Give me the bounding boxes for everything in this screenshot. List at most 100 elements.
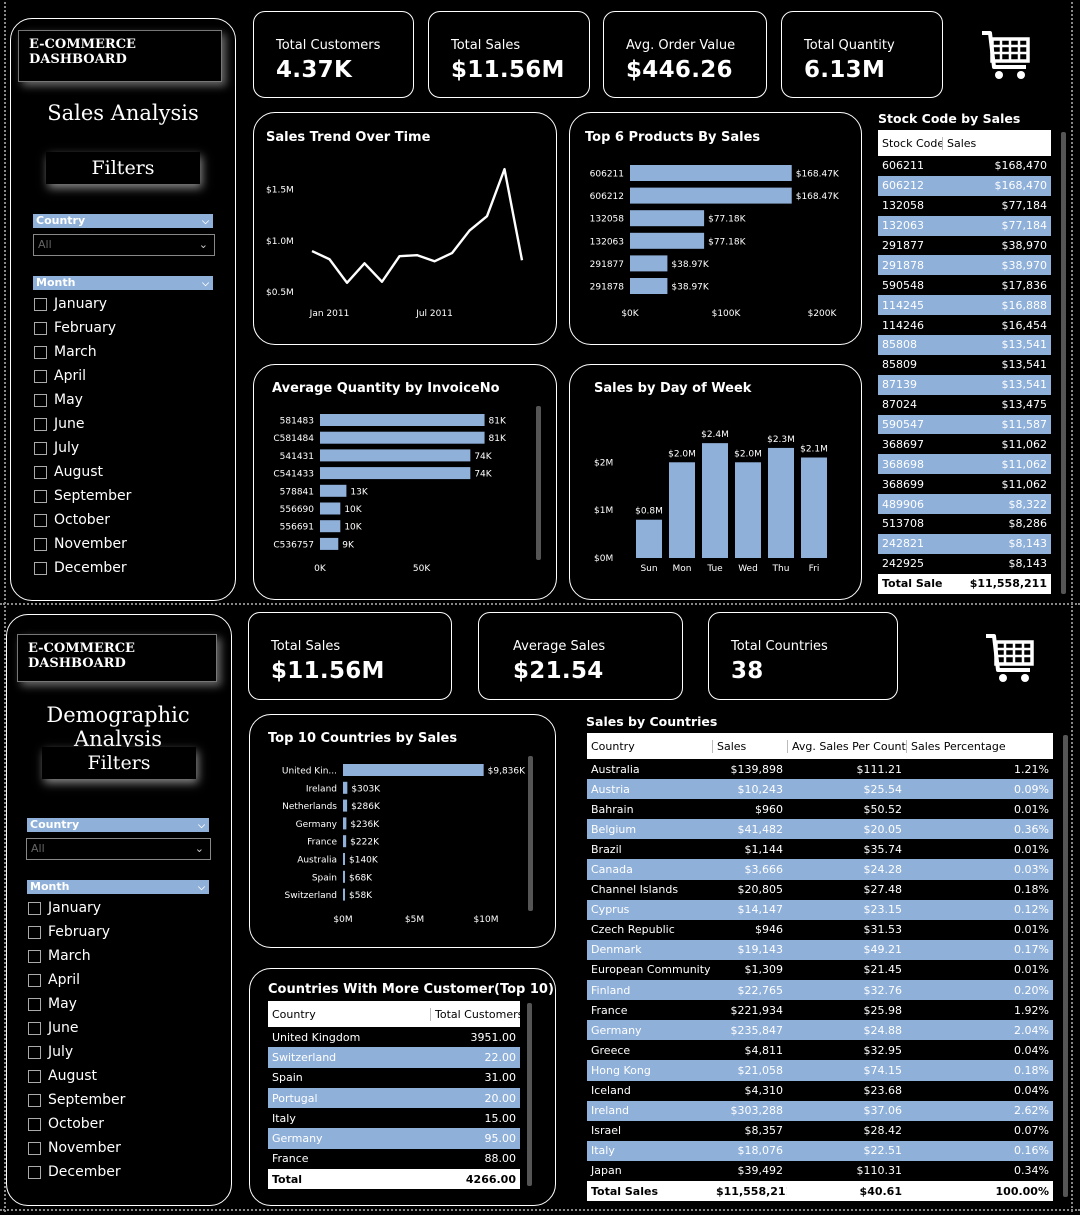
checkbox[interactable] bbox=[28, 949, 41, 963]
table-row[interactable]: Hong Kong $21,058 $74.15 0.18% bbox=[587, 1060, 1053, 1081]
table-row[interactable]: Bahrain $960 $50.52 0.01% bbox=[587, 799, 1053, 819]
checkbox[interactable] bbox=[28, 1165, 41, 1179]
table-row[interactable]: 368697 $11,062 bbox=[878, 434, 1051, 454]
table-row[interactable]: Austria $10,243 $25.54 0.09% bbox=[587, 779, 1053, 800]
checkbox[interactable] bbox=[28, 1117, 41, 1131]
column-header[interactable]: Avg. Sales Per Country bbox=[787, 739, 906, 753]
table-row[interactable]: France 88.00 bbox=[268, 1149, 520, 1169]
checkbox[interactable] bbox=[28, 973, 41, 987]
checkbox[interactable] bbox=[34, 489, 47, 503]
top-month-option[interactable]: November bbox=[34, 532, 131, 556]
top-month-option[interactable]: September bbox=[34, 484, 131, 508]
checkbox[interactable] bbox=[34, 561, 47, 575]
customers-scrollbar[interactable] bbox=[527, 1003, 532, 1186]
checkbox[interactable] bbox=[28, 1093, 41, 1107]
table-row[interactable]: Italy $18,076 $22.51 0.16% bbox=[587, 1140, 1053, 1161]
table-row[interactable]: Greece $4,811 $32.95 0.04% bbox=[587, 1040, 1053, 1060]
top-country-dropdown[interactable]: All ⌄ bbox=[33, 234, 215, 256]
table-row[interactable]: 590547 $11,587 bbox=[878, 414, 1051, 435]
checkbox[interactable] bbox=[28, 1069, 41, 1083]
checkbox[interactable] bbox=[34, 465, 47, 479]
checkbox[interactable] bbox=[34, 297, 47, 311]
table-row[interactable]: 114246 $16,454 bbox=[878, 315, 1051, 335]
top-month-option[interactable]: December bbox=[34, 556, 131, 580]
bottom-month-option[interactable]: August bbox=[28, 1064, 125, 1088]
bottom-month-option[interactable]: June bbox=[28, 1016, 125, 1040]
table-row[interactable]: Israel $8,357 $28.42 0.07% bbox=[587, 1121, 1053, 1141]
bottom-month-option[interactable]: January bbox=[28, 896, 125, 920]
table-row[interactable]: Finland $22,765 $32.76 0.20% bbox=[587, 980, 1053, 1001]
bottom-country-filter-header[interactable]: Country ⌵ bbox=[27, 818, 209, 832]
table-row[interactable]: Australia $139,898 $111.21 1.21% bbox=[587, 759, 1053, 779]
checkbox[interactable] bbox=[34, 537, 47, 551]
countries-scrollbar[interactable] bbox=[1063, 735, 1068, 1197]
bottom-month-option[interactable]: July bbox=[28, 1040, 125, 1064]
table-row[interactable]: Channel Islands $20,805 $27.48 0.18% bbox=[587, 880, 1053, 900]
table-row[interactable]: United Kingdom 3951.00 bbox=[268, 1027, 520, 1047]
stock-table-scrollbar[interactable] bbox=[1061, 132, 1066, 594]
table-row[interactable]: Belgium $41,482 $20.05 0.36% bbox=[587, 819, 1053, 840]
column-header[interactable]: Stock Code bbox=[878, 137, 942, 150]
top-month-option[interactable]: May bbox=[34, 388, 131, 412]
table-row[interactable]: 368699 $11,062 bbox=[878, 474, 1051, 494]
table-row[interactable]: Germany 95.00 bbox=[268, 1128, 520, 1149]
column-header[interactable]: Sales Percentage bbox=[906, 739, 1053, 753]
checkbox[interactable] bbox=[34, 369, 47, 383]
top-month-option[interactable]: April bbox=[34, 364, 131, 388]
table-header[interactable]: Stock Code Sales bbox=[878, 130, 1051, 156]
column-header[interactable]: Sales bbox=[712, 739, 787, 753]
checkbox[interactable] bbox=[34, 513, 47, 527]
checkbox[interactable] bbox=[28, 1045, 41, 1059]
checkbox[interactable] bbox=[28, 901, 41, 915]
top-month-option[interactable]: October bbox=[34, 508, 131, 532]
column-header[interactable]: Total Customers bbox=[430, 1007, 520, 1021]
table-row[interactable]: Spain 31.00 bbox=[268, 1068, 520, 1088]
top-month-option[interactable]: February bbox=[34, 316, 131, 340]
table-row[interactable]: 85809 $13,541 bbox=[878, 355, 1051, 375]
bottom-country-dropdown[interactable]: All ⌄ bbox=[26, 838, 211, 860]
bottom-month-option[interactable]: May bbox=[28, 992, 125, 1016]
top-filters-button[interactable]: Filters bbox=[46, 152, 200, 184]
table-header[interactable]: Country Total Customers bbox=[268, 1001, 520, 1027]
table-row[interactable]: 513708 $8,286 bbox=[878, 514, 1051, 534]
bottom-month-option[interactable]: February bbox=[28, 920, 125, 944]
table-row[interactable]: Italy 15.00 bbox=[268, 1108, 520, 1128]
table-row[interactable]: Czech Republic $946 $31.53 0.01% bbox=[587, 920, 1053, 940]
table-row[interactable]: 489906 $8,322 bbox=[878, 494, 1051, 515]
top-month-option[interactable]: August bbox=[34, 460, 131, 484]
table-row[interactable]: Germany $235,847 $24.88 2.04% bbox=[587, 1020, 1053, 1041]
top-month-option[interactable]: March bbox=[34, 340, 131, 364]
table-row[interactable]: 242821 $8,143 bbox=[878, 533, 1051, 554]
avg-quantity-scrollbar[interactable] bbox=[536, 406, 541, 560]
table-row[interactable]: Switzerland 22.00 bbox=[268, 1047, 520, 1068]
table-row[interactable]: 606211 $168,470 bbox=[878, 156, 1051, 176]
checkbox[interactable] bbox=[34, 321, 47, 335]
table-row[interactable]: 606212 $168,470 bbox=[878, 175, 1051, 196]
column-header[interactable]: Sales bbox=[942, 136, 1051, 150]
checkbox[interactable] bbox=[28, 997, 41, 1011]
table-row[interactable]: Cyprus $14,147 $23.15 0.12% bbox=[587, 899, 1053, 920]
table-row[interactable]: 368698 $11,062 bbox=[878, 454, 1051, 475]
table-row[interactable]: Canada $3,666 $24.28 0.03% bbox=[587, 859, 1053, 880]
table-row[interactable]: 87024 $13,475 bbox=[878, 395, 1051, 415]
top-month-option[interactable]: January bbox=[34, 292, 131, 316]
checkbox[interactable] bbox=[34, 417, 47, 431]
table-row[interactable]: 291877 $38,970 bbox=[878, 236, 1051, 256]
table-row[interactable]: Portugal 20.00 bbox=[268, 1087, 520, 1109]
table-row[interactable]: France $221,934 $25.98 1.92% bbox=[587, 1000, 1053, 1020]
table-row[interactable]: 132063 $77,184 bbox=[878, 215, 1051, 236]
bottom-month-option[interactable]: September bbox=[28, 1088, 125, 1112]
top-month-option[interactable]: June bbox=[34, 412, 131, 436]
checkbox[interactable] bbox=[34, 345, 47, 359]
table-row[interactable]: 132058 $77,184 bbox=[878, 196, 1051, 216]
bottom-month-option[interactable]: December bbox=[28, 1160, 125, 1184]
table-header[interactable]: Country Sales Avg. Sales Per Country Sales … bbox=[587, 733, 1053, 759]
table-row[interactable]: Iceland $4,310 $23.68 0.04% bbox=[587, 1081, 1053, 1101]
table-row[interactable]: Denmark $19,143 $49.21 0.17% bbox=[587, 939, 1053, 960]
checkbox[interactable] bbox=[34, 441, 47, 455]
top-country-filter-header[interactable]: Country ⌵ bbox=[33, 214, 213, 228]
checkbox[interactable] bbox=[28, 1141, 41, 1155]
bottom-month-option[interactable]: November bbox=[28, 1136, 125, 1160]
bottom-month-option[interactable]: March bbox=[28, 944, 125, 968]
table-row[interactable]: Japan $39,492 $110.31 0.34% bbox=[587, 1161, 1053, 1181]
